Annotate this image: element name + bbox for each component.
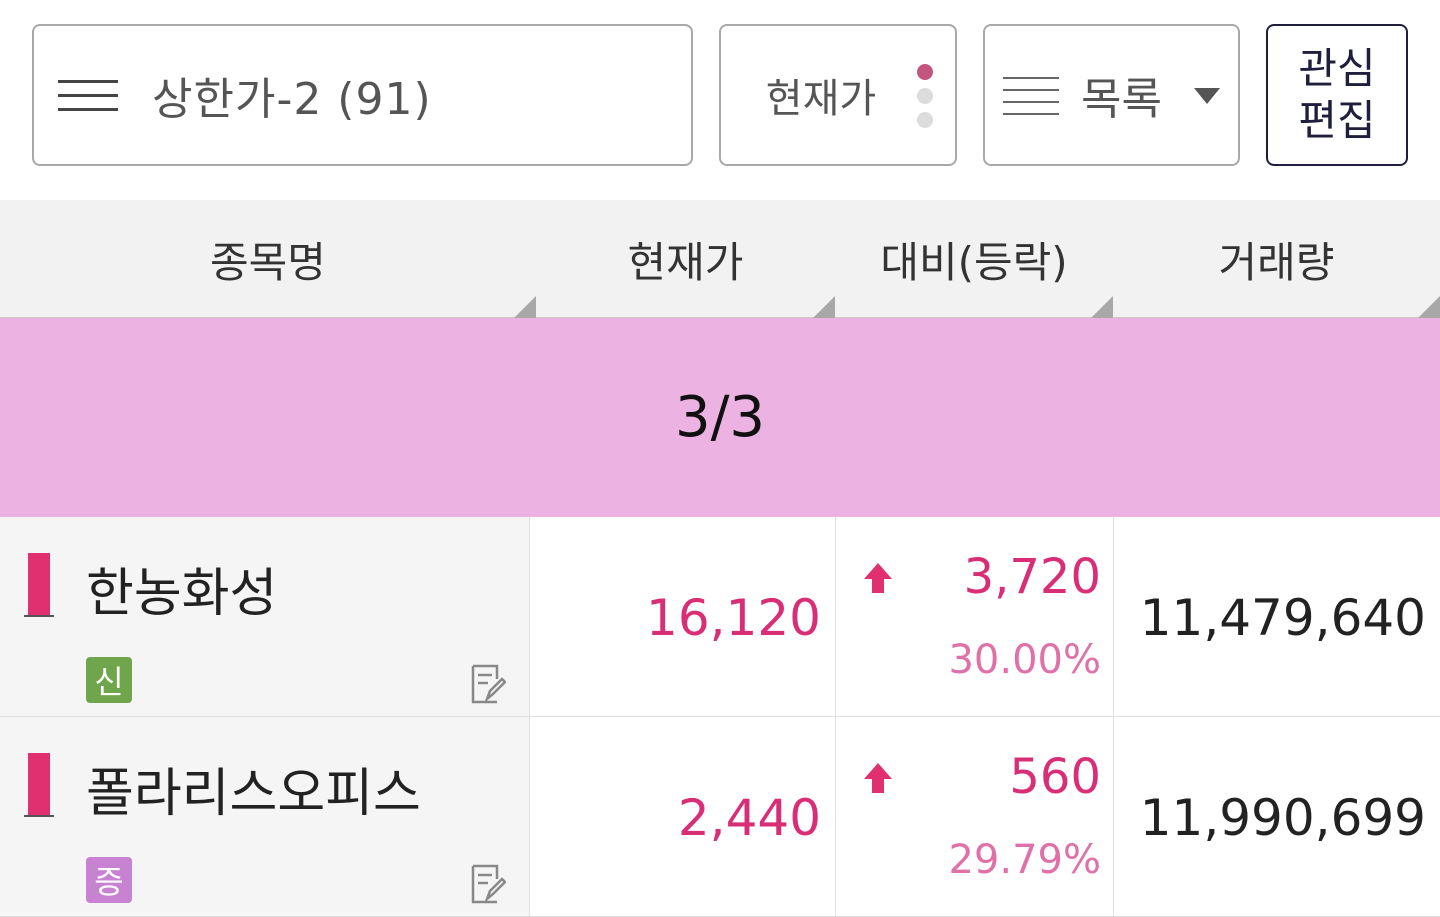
column-header-label: 대비(등락) [880,237,1068,287]
candle-icon [28,553,50,615]
candle-base-icon [24,615,54,617]
change-percent: 30.00% [948,637,1101,683]
menu-icon [58,76,118,114]
volume: 11,990,699 [1139,789,1426,847]
change-percent: 29.79% [948,837,1101,883]
edit-watchlist-button[interactable]: 관심 편집 [1266,24,1408,166]
memo-icon[interactable] [470,863,506,905]
stock-name-cell[interactable]: 폴라리스오피스 증 [0,717,529,916]
change-value: 3,720 [963,549,1101,605]
change-cell: 560 29.79% [835,717,1113,916]
page-indicator-banner[interactable]: 3/3 [0,318,1440,517]
column-header-volume[interactable]: 거래량 [1113,200,1440,318]
current-price: 16,120 [646,589,821,647]
table-row[interactable]: 한농화성 신 16,120 3,720 30.00% 11,479,640 [0,517,1440,717]
column-header-label: 거래량 [1218,237,1335,287]
column-header-price[interactable]: 현재가 [536,200,835,318]
view-mode-label: 목록 [1081,74,1162,125]
stock-name: 폴라리스오피스 [86,764,421,824]
stock-name: 한농화성 [86,564,278,624]
edit-button-line2: 편집 [1298,96,1376,145]
column-header-name[interactable]: 종목명 [0,200,536,318]
sort-corner-icon [1418,296,1440,318]
chevron-down-icon [1194,88,1220,104]
column-header-label: 종목명 [210,237,326,287]
volume-cell: 11,990,699 [1113,717,1440,916]
arrow-up-icon [864,563,892,593]
capital-increase-badge: 증 [86,857,132,903]
sort-corner-icon [514,296,536,318]
column-header-change[interactable]: 대비(등락) [835,200,1113,318]
top-toolbar: 상한가-2 (91) 현재가 목록 관심 편집 [0,0,1440,200]
column-header-label: 현재가 [627,237,744,287]
page-dots-icon [917,64,935,130]
table-row[interactable]: 폴라리스오피스 증 2,440 560 29.79% 11,990,699 [0,717,1440,917]
volume: 11,479,640 [1139,589,1426,647]
price-mode-selector[interactable]: 현재가 [719,24,957,166]
list-icon [1003,73,1059,117]
table-header: 종목명 현재가 대비(등락) 거래량 [0,200,1440,318]
change-value: 560 [1009,749,1101,805]
view-mode-dropdown[interactable]: 목록 [983,24,1240,166]
current-price-cell: 2,440 [529,717,835,916]
current-price-cell: 16,120 [529,517,835,716]
candle-base-icon [24,815,54,817]
stock-name-cell[interactable]: 한농화성 신 [0,517,529,716]
volume-cell: 11,479,640 [1113,517,1440,716]
watchlist-group-selector[interactable]: 상한가-2 (91) [32,24,693,166]
current-price: 2,440 [677,789,821,847]
watchlist-group-label: 상한가-2 (91) [152,74,432,125]
arrow-up-icon [864,763,892,793]
candle-icon [28,753,50,815]
page-indicator: 3/3 [674,385,766,450]
price-mode-label: 현재가 [765,76,877,122]
new-listing-badge: 신 [86,657,132,703]
edit-button-line1: 관심 [1298,44,1376,93]
sort-corner-icon [813,296,835,318]
sort-corner-icon [1091,296,1113,318]
change-cell: 3,720 30.00% [835,517,1113,716]
memo-icon[interactable] [470,663,506,705]
